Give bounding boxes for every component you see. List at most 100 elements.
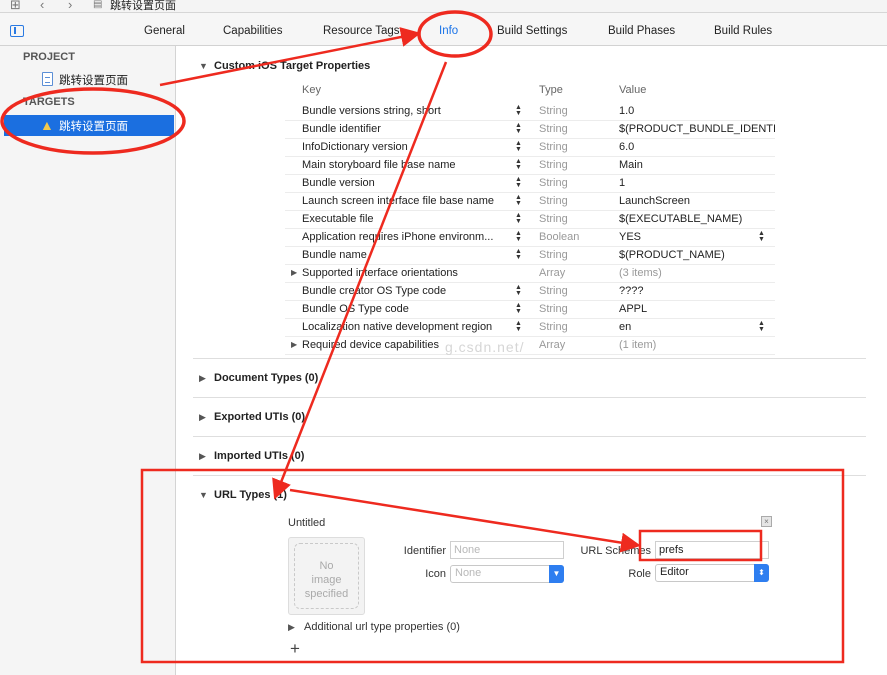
property-type[interactable]: String — [539, 213, 568, 225]
property-value[interactable]: $(EXECUTABLE_NAME) — [619, 213, 775, 225]
property-key[interactable]: Supported interface orientations — [302, 267, 512, 279]
tab-general[interactable]: General — [144, 25, 185, 37]
disclosure-closed-icon[interactable]: ▶ — [291, 340, 297, 349]
table-row[interactable]: Bundle identifier ▲ ▼ String $(PRODUCT_BUNDL… — [285, 121, 775, 139]
key-stepper-icon[interactable]: ▲ ▼ — [515, 122, 522, 135]
property-key[interactable]: Bundle name — [302, 249, 512, 261]
property-key[interactable]: Application requires iPhone environm... — [302, 231, 512, 243]
property-type[interactable]: Array — [539, 267, 565, 279]
property-type[interactable]: String — [539, 177, 568, 189]
sidebar-item-target[interactable]: ▲ 跳转设置页面 — [4, 115, 174, 136]
table-row[interactable]: Bundle version ▲ ▼ String 1 — [285, 175, 775, 193]
property-value[interactable]: 1 — [619, 177, 775, 189]
custom-properties-header[interactable]: Custom iOS Target Properties — [214, 60, 370, 72]
tab-build-rules[interactable]: Build Rules — [714, 25, 772, 37]
grid-icon[interactable]: ⊞ — [10, 0, 21, 13]
url-type-name[interactable]: Untitled — [288, 517, 325, 529]
url-type-image-well[interactable]: No image specified — [288, 537, 365, 615]
property-value[interactable]: ???? — [619, 285, 775, 297]
property-type[interactable]: String — [539, 195, 568, 207]
property-value[interactable]: $(PRODUCT_BUNDLE_IDENTI — [619, 123, 775, 135]
disclosure-open-icon[interactable]: ▼ — [199, 61, 208, 71]
add-url-type-button[interactable]: + — [290, 639, 300, 659]
sidebar-toggle-icon[interactable] — [10, 25, 24, 37]
property-type[interactable]: String — [539, 105, 568, 117]
property-type[interactable]: String — [539, 303, 568, 315]
disclosure-closed-icon[interactable]: ▶ — [288, 622, 295, 633]
key-stepper-icon[interactable]: ▲ ▼ — [515, 176, 522, 189]
property-key[interactable]: Launch screen interface file base name — [302, 195, 512, 207]
property-value[interactable]: (3 items) — [619, 267, 775, 279]
property-value[interactable]: 1.0 — [619, 105, 775, 117]
property-type[interactable]: String — [539, 123, 568, 135]
exported-utis-header[interactable]: Exported UTIs (0) — [214, 411, 305, 423]
column-header-key[interactable]: Key — [302, 84, 321, 96]
property-key[interactable]: Bundle creator OS Type code — [302, 285, 512, 297]
url-types-header[interactable]: URL Types (1) — [214, 489, 287, 501]
table-row[interactable]: Localization native development region ▲ ▼… — [285, 319, 775, 337]
key-stepper-icon[interactable]: ▲ ▼ — [515, 230, 522, 243]
table-row[interactable]: Executable file ▲ ▼ String $(EXECUTABLE_NAME… — [285, 211, 775, 229]
tab-capabilities[interactable]: Capabilities — [223, 25, 282, 37]
property-type[interactable]: String — [539, 321, 568, 333]
key-stepper-icon[interactable]: ▲ ▼ — [515, 194, 522, 207]
property-type[interactable]: Boolean — [539, 231, 579, 243]
tab-build-settings[interactable]: Build Settings — [497, 25, 567, 37]
key-stepper-icon[interactable]: ▲ ▼ — [515, 104, 522, 117]
disclosure-open-icon[interactable]: ▼ — [199, 490, 208, 500]
sidebar-item-project[interactable]: 跳转设置页面 — [4, 69, 174, 90]
property-value[interactable]: (1 item) — [619, 339, 775, 351]
additional-properties-label[interactable]: Additional url type properties (0) — [304, 621, 460, 633]
property-key[interactable]: Main storyboard file base name — [302, 159, 512, 171]
table-row[interactable]: InfoDictionary version ▲ ▼ String 6.0 — [285, 139, 775, 157]
icon-popup[interactable]: None ▼ — [450, 565, 564, 583]
imported-utis-header[interactable]: Imported UTIs (0) — [214, 450, 304, 462]
forward-arrow-icon[interactable]: › — [68, 0, 72, 12]
disclosure-closed-icon[interactable]: ▶ — [199, 373, 206, 384]
key-stepper-icon[interactable]: ▲ ▼ — [515, 302, 522, 315]
property-value[interactable]: en — [619, 321, 775, 333]
breadcrumb[interactable]: 跳转设置页面 — [110, 0, 176, 13]
column-header-value[interactable]: Value — [619, 84, 646, 96]
column-header-type[interactable]: Type — [539, 84, 563, 96]
value-popup-chevron-icon[interactable]: ▲ ▼ — [758, 230, 765, 243]
property-type[interactable]: String — [539, 141, 568, 153]
key-stepper-icon[interactable]: ▲ ▼ — [515, 212, 522, 225]
key-stepper-icon[interactable]: ▲ ▼ — [515, 140, 522, 153]
property-key[interactable]: Localization native development region — [302, 321, 512, 333]
disclosure-closed-icon[interactable]: ▶ — [199, 451, 206, 462]
property-type[interactable]: Array — [539, 339, 565, 351]
table-row[interactable]: Application requires iPhone environm... ▲… — [285, 229, 775, 247]
key-stepper-icon[interactable]: ▲ ▼ — [515, 320, 522, 333]
identifier-field[interactable]: None — [450, 541, 564, 559]
back-arrow-icon[interactable]: ‹ — [40, 0, 44, 12]
property-type[interactable]: String — [539, 285, 568, 297]
property-type[interactable]: String — [539, 159, 568, 171]
disclosure-closed-icon[interactable]: ▶ — [199, 412, 206, 423]
table-row[interactable]: Main storyboard file base name ▲ ▼ String Ma… — [285, 157, 775, 175]
tab-resource-tags[interactable]: Resource Tags — [323, 25, 400, 37]
document-types-header[interactable]: Document Types (0) — [214, 372, 318, 384]
table-row[interactable]: Bundle name ▲ ▼ String $(PRODUCT_NAME) — [285, 247, 775, 265]
table-row[interactable]: ▶ Supported interface orientations Array (3… — [285, 265, 775, 283]
property-key[interactable]: Bundle OS Type code — [302, 303, 512, 315]
property-key[interactable]: Executable file — [302, 213, 512, 225]
property-value[interactable]: 6.0 — [619, 141, 775, 153]
property-type[interactable]: String — [539, 249, 568, 261]
property-value[interactable]: LaunchScreen — [619, 195, 775, 207]
table-row[interactable]: Bundle versions string, short ▲ ▼ String 1.0 — [285, 103, 775, 121]
property-key[interactable]: Bundle versions string, short — [302, 105, 512, 117]
table-row[interactable]: Bundle creator OS Type code ▲ ▼ String???? — [285, 283, 775, 301]
property-value[interactable]: $(PRODUCT_NAME) — [619, 249, 775, 261]
value-popup-chevron-icon[interactable]: ▲ ▼ — [758, 320, 765, 333]
remove-url-type-icon[interactable]: × — [761, 516, 772, 527]
table-row[interactable]: ▶ Required device capabilities Array (1 ite… — [285, 337, 775, 355]
property-key[interactable]: Bundle version — [302, 177, 512, 189]
key-stepper-icon[interactable]: ▲ ▼ — [515, 158, 522, 171]
url-schemes-field[interactable]: prefs — [655, 541, 769, 559]
table-row[interactable]: Launch screen interface file base name ▲ ▼… — [285, 193, 775, 211]
property-key[interactable]: InfoDictionary version — [302, 141, 512, 153]
tab-info[interactable]: Info — [439, 25, 458, 37]
table-row[interactable]: Bundle OS Type code ▲ ▼ String APPL — [285, 301, 775, 319]
tab-build-phases[interactable]: Build Phases — [608, 25, 675, 37]
